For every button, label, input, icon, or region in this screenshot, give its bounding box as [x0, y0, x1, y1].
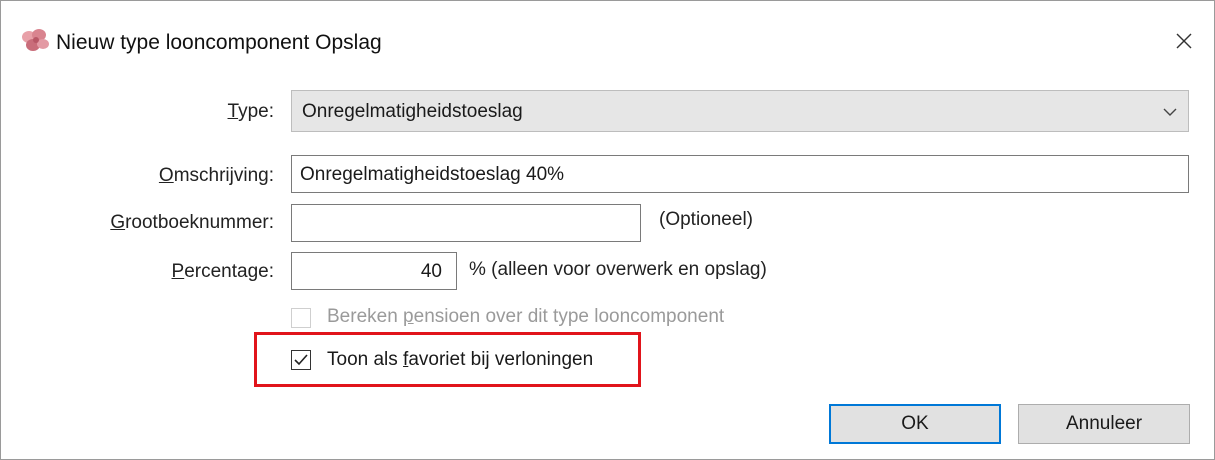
pensioen-checkbox[interactable] — [291, 308, 311, 328]
type-select[interactable]: Onregelmatigheidstoeslag — [291, 90, 1189, 132]
omschrijving-value: Onregelmatigheidstoeslag 40% — [300, 164, 565, 185]
percentage-input[interactable]: 40 — [291, 252, 457, 290]
grootboeknummer-note: (Optioneel) — [659, 209, 753, 230]
grootboeknummer-input[interactable] — [291, 204, 641, 242]
grootboeknummer-label: Grootboeknummer: — [110, 212, 274, 233]
dialog-window: Nieuw type looncomponent Opslag Type: On… — [0, 0, 1215, 460]
cancel-button[interactable]: Annuleer — [1018, 404, 1190, 444]
favoriet-checkbox-label: Toon als favoriet bij verloningen — [327, 349, 594, 370]
window-title: Nieuw type looncomponent Opslag — [56, 31, 382, 54]
flower-app-icon — [22, 29, 49, 51]
pensioen-checkbox-label: Bereken pensioen over dit type looncompo… — [327, 306, 725, 327]
percentage-value: 40 — [420, 261, 442, 282]
percentage-note: % (alleen voor overwerk en opslag) — [469, 259, 767, 280]
ok-button[interactable]: OK — [829, 404, 1001, 444]
close-button[interactable] — [1164, 21, 1204, 61]
checkmark-icon — [294, 354, 308, 366]
omschrijving-label: Omschrijving: — [158, 165, 274, 186]
omschrijving-input[interactable]: Onregelmatigheidstoeslag 40% — [291, 155, 1189, 193]
close-icon — [1176, 33, 1192, 49]
title-bar: Nieuw type looncomponent Opslag — [1, 1, 1214, 83]
type-select-value: Onregelmatigheidstoeslag — [302, 101, 523, 122]
favoriet-checkbox[interactable] — [291, 350, 311, 370]
percentage-label: Percentage: — [171, 261, 274, 282]
chevron-down-icon — [1163, 108, 1177, 116]
type-label: Type: — [227, 101, 274, 122]
